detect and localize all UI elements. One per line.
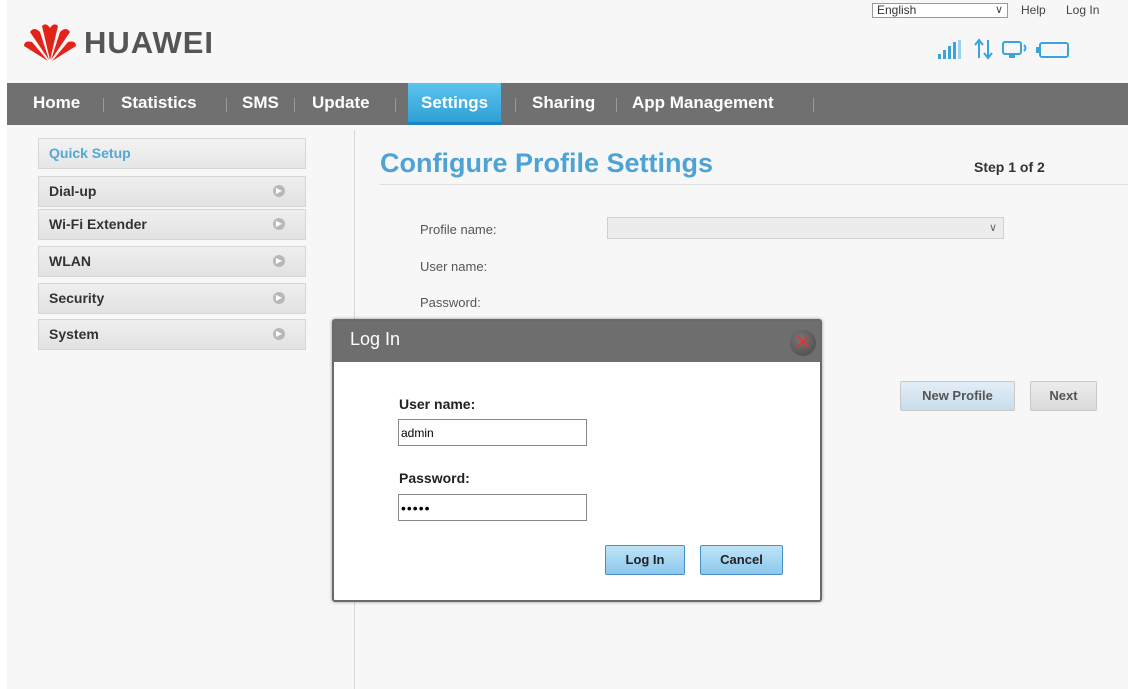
dialog-username-label: User name: [399, 396, 476, 412]
nav-statistics[interactable]: Statistics [121, 83, 197, 125]
chevron-right-icon: ▶ [273, 292, 285, 304]
sidebar-item-label: Quick Setup [49, 145, 131, 161]
login-dialog: Log In ✕ User name: Password: Log In Can… [332, 319, 822, 602]
nav-app-management[interactable]: App Management [632, 83, 774, 125]
sidebar-item-label: Security [49, 290, 105, 306]
chevron-down-icon: ∨ [994, 4, 1003, 16]
next-button[interactable]: Next [1030, 381, 1097, 411]
brand-name: HUAWEI [84, 25, 214, 60]
data-transfer-icon [974, 38, 994, 65]
login-button[interactable]: Log In [605, 545, 685, 575]
sidebar-item-label: Dial-up [49, 183, 97, 199]
nav-separator [103, 98, 104, 112]
login-link[interactable]: Log In [1066, 3, 1099, 17]
sidebar-item-system[interactable]: System ▶ [38, 319, 306, 350]
dialog-header: Log In ✕ [334, 321, 820, 362]
chevron-right-icon: ▶ [273, 185, 285, 197]
chevron-right-icon: ▶ [273, 218, 285, 230]
close-icon[interactable]: ✕ [790, 330, 816, 356]
nav-sms[interactable]: SMS [242, 83, 279, 125]
sidebar-item-label: WLAN [49, 253, 91, 269]
signal-icon [938, 40, 964, 65]
nav-home[interactable]: Home [33, 83, 80, 125]
sidebar-item-label: System [49, 326, 99, 342]
nav-separator [515, 98, 516, 112]
nav-separator [813, 98, 814, 112]
chevron-right-icon: ▶ [273, 328, 285, 340]
nav-settings[interactable]: Settings [408, 83, 502, 125]
nav-update[interactable]: Update [312, 83, 370, 125]
password-label: Password: [420, 295, 481, 310]
sidebar-item-wifi-extender[interactable]: Wi-Fi Extender ▶ [38, 209, 306, 240]
sidebar-item-label: Wi-Fi Extender [49, 216, 147, 232]
help-link[interactable]: Help [1021, 3, 1046, 17]
nav-sharing[interactable]: Sharing [532, 83, 595, 125]
sidebar-item-dial-up[interactable]: Dial-up ▶ [38, 176, 306, 207]
main-navbar: Home Statistics SMS Update Settings Shar… [7, 83, 1128, 125]
dialog-title: Log In [350, 329, 401, 349]
page-title: Configure Profile Settings [380, 148, 714, 178]
nav-separator [395, 98, 396, 112]
chevron-right-icon: ▶ [273, 255, 285, 267]
title-divider [380, 184, 1128, 185]
user-name-label: User name: [420, 259, 488, 274]
nav-separator [226, 98, 227, 112]
huawei-logo-icon [24, 24, 76, 61]
wifi-device-icon [1002, 41, 1030, 64]
chevron-down-icon: ∨ [988, 222, 997, 234]
huawei-logo: HUAWEI [22, 20, 237, 64]
profile-name-select[interactable]: ∨ [607, 217, 1004, 239]
language-value: English [877, 3, 917, 17]
nav-separator [616, 98, 617, 112]
password-input[interactable] [398, 494, 587, 521]
step-indicator: Step 1 of 2 [974, 159, 1045, 175]
sidebar-item-quick-setup[interactable]: Quick Setup [38, 138, 306, 169]
dialog-password-label: Password: [399, 470, 470, 486]
sidebar-item-wlan[interactable]: WLAN ▶ [38, 246, 306, 277]
language-select[interactable]: English ∨ [872, 3, 1008, 18]
profile-name-label: Profile name: [420, 222, 497, 237]
username-input[interactable] [398, 419, 587, 446]
new-profile-button[interactable]: New Profile [900, 381, 1015, 411]
sidebar-item-security[interactable]: Security ▶ [38, 283, 306, 314]
nav-separator [294, 98, 295, 112]
battery-icon [1036, 42, 1070, 63]
cancel-button[interactable]: Cancel [700, 545, 783, 575]
